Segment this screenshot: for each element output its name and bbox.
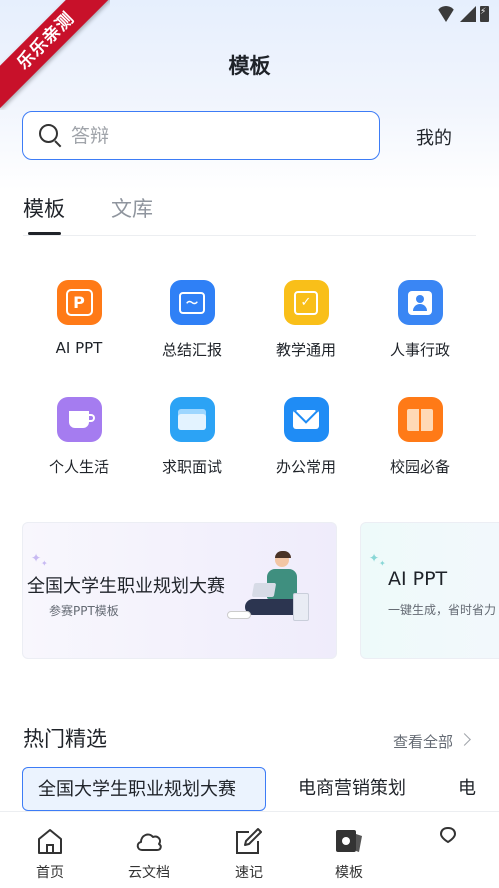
- category-label: 教学通用: [275, 341, 336, 359]
- edit-note-icon: [234, 826, 264, 856]
- hot-chip-ecommerce[interactable]: 电商营销策划: [298, 767, 406, 811]
- category-label: 个人生活: [48, 458, 109, 476]
- banner-subtitle: 一键生成，省时省力: [388, 603, 497, 617]
- search-input[interactable]: [71, 124, 351, 147]
- see-all-link[interactable]: 查看全部: [393, 731, 453, 752]
- sparkle-icon: ✦: [31, 551, 42, 565]
- coffee-cup-icon: [56, 397, 102, 442]
- nav-templates[interactable]: 模板: [314, 812, 384, 882]
- summary-chart-icon: 〜: [169, 280, 215, 325]
- category-label: AI PPT: [55, 339, 103, 357]
- nav-label: 速记: [235, 865, 263, 881]
- category-campus[interactable]: 校园必备: [370, 397, 470, 477]
- location-pin-icon: [433, 826, 463, 856]
- banner-subtitle: 参赛PPT模板: [49, 604, 119, 618]
- ai-ppt-icon: P: [56, 280, 102, 325]
- status-bar: [436, 6, 489, 22]
- hot-chip-partial[interactable]: 电: [458, 767, 476, 811]
- nav-quick-notes[interactable]: 速记: [214, 812, 284, 882]
- category-teaching[interactable]: ✓ 教学通用: [256, 280, 356, 360]
- category-personal-life[interactable]: 个人生活: [29, 397, 129, 477]
- tab-divider: [23, 235, 476, 236]
- chevron-right-icon: [458, 733, 471, 746]
- tab-templates[interactable]: 模板: [23, 193, 65, 223]
- category-label: 求职面试: [161, 458, 222, 476]
- sparkle-icon: ✦: [379, 559, 386, 568]
- category-hr[interactable]: 人事行政: [370, 280, 470, 360]
- mail-icon: [283, 397, 329, 442]
- teaching-check-icon: ✓: [283, 280, 329, 325]
- nav-cloud-docs[interactable]: 云文档: [114, 812, 184, 882]
- sparkle-icon: ✦: [369, 551, 380, 565]
- category-label: 校园必备: [389, 458, 450, 476]
- tab-library[interactable]: 文库: [111, 193, 153, 223]
- search-bar[interactable]: [22, 111, 380, 160]
- category-job-interview[interactable]: 求职面试: [142, 397, 242, 477]
- category-summary[interactable]: 〜 总结汇报: [142, 280, 242, 360]
- student-illustration: [223, 551, 313, 633]
- nav-location[interactable]: [413, 812, 483, 862]
- mine-button[interactable]: 我的: [416, 124, 452, 150]
- battery-icon: [480, 6, 489, 22]
- nav-label: 首页: [36, 865, 64, 881]
- person-icon: [397, 280, 443, 325]
- hot-chip-career[interactable]: 全国大学生职业规划大赛: [22, 767, 266, 811]
- category-label: 办公常用: [275, 458, 336, 476]
- nav-home[interactable]: 首页: [15, 812, 85, 882]
- banner-career-planning[interactable]: ✦ ✦ 全国大学生职业规划大赛 参赛PPT模板: [22, 522, 337, 659]
- nav-label: 云文档: [128, 865, 170, 881]
- banner-title: AI PPT: [388, 568, 448, 590]
- signal-icon: [460, 6, 476, 22]
- category-label: 人事行政: [389, 341, 450, 359]
- nav-label: 模板: [335, 865, 363, 881]
- home-icon: [35, 826, 65, 856]
- cloud-icon: [134, 826, 164, 856]
- folder-icon: [169, 397, 215, 442]
- category-office[interactable]: 办公常用: [256, 397, 356, 477]
- watermark-ribbon: 乐乐亲测: [0, 0, 110, 110]
- wifi-icon: [436, 6, 456, 22]
- category-label: 总结汇报: [161, 341, 222, 359]
- sparkle-icon: ✦: [41, 559, 48, 568]
- banner-ai-ppt[interactable]: ✦ ✦ AI PPT 一键生成，省时省力: [360, 522, 499, 659]
- search-icon: [39, 123, 63, 148]
- book-icon: [397, 397, 443, 442]
- section-title-hot: 热门精选: [23, 727, 107, 751]
- category-ai-ppt[interactable]: P AI PPT: [29, 280, 129, 357]
- bottom-nav: 首页 云文档 速记 模板: [0, 811, 499, 888]
- banner-title: 全国大学生职业规划大赛: [27, 576, 225, 597]
- watermark-text: 乐乐亲测: [0, 0, 110, 109]
- template-icon: [334, 826, 364, 856]
